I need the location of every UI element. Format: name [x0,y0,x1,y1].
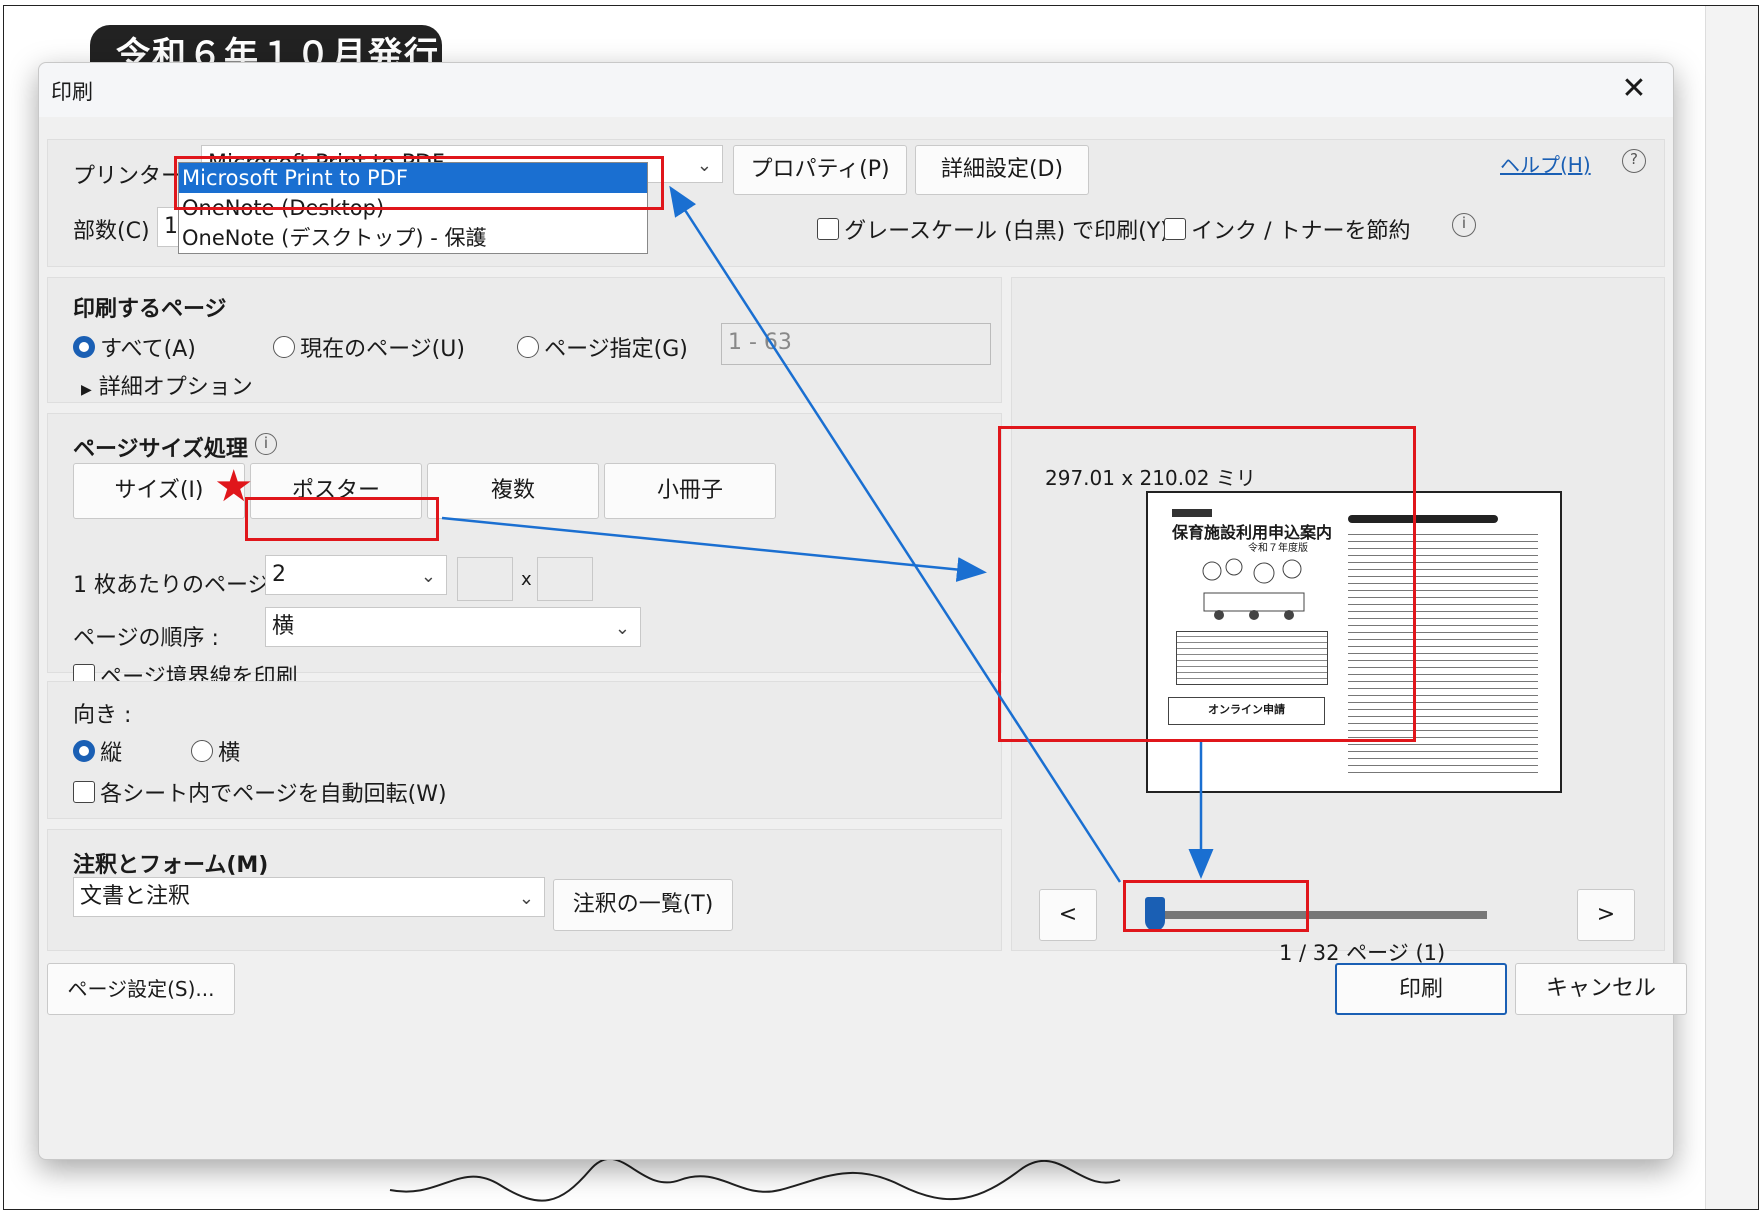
arrow-to-printer [669,185,1122,883]
annotation-arrows [441,185,1214,883]
